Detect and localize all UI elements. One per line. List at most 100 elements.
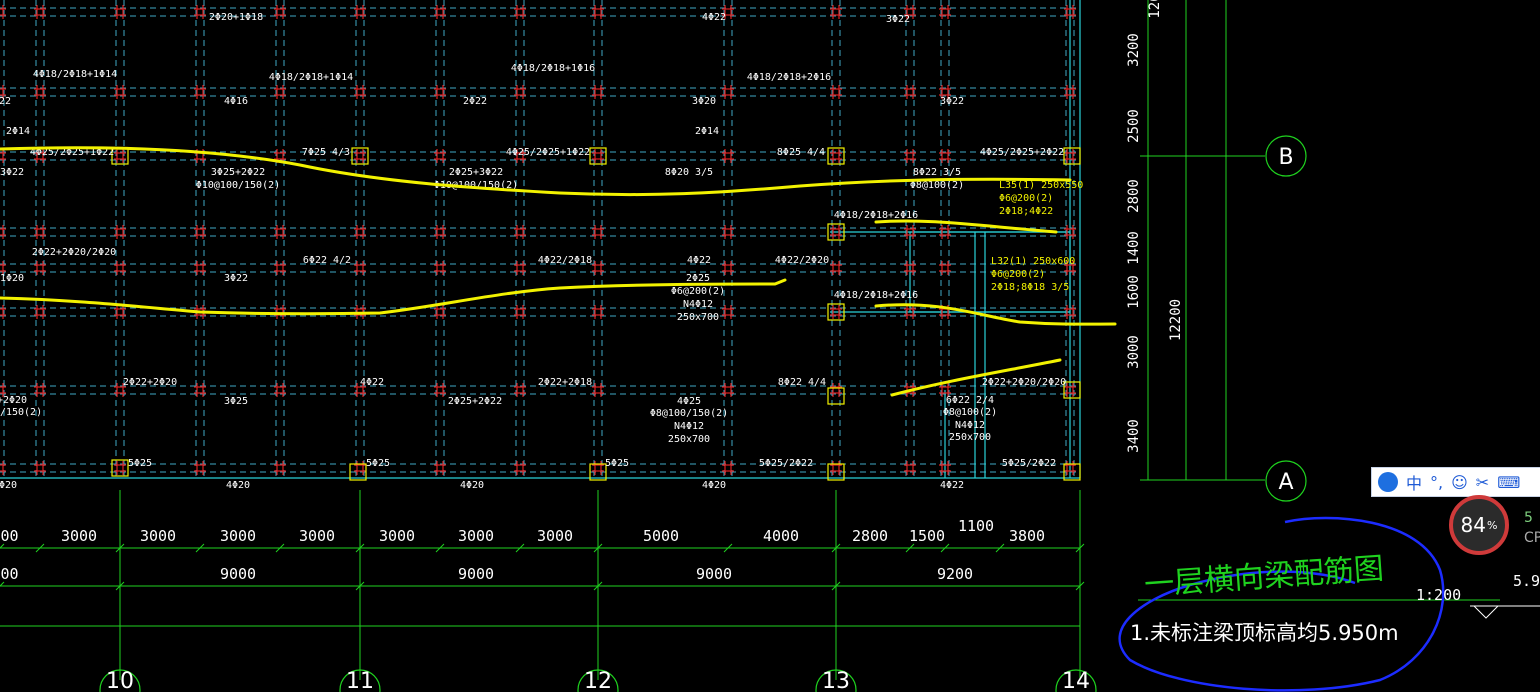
- keyboard-icon[interactable]: ⌨: [1497, 473, 1520, 492]
- rebar-label: Φ20: [0, 480, 17, 491]
- rebar-label: 7Φ25 4/3: [302, 147, 350, 158]
- dim-text-vertical: 3400: [1126, 419, 1142, 453]
- dimension-chain-2: 000 9000 9000 9000 9200: [0, 565, 973, 583]
- cad-drawing-canvas[interactable]: B A 10 11 12 13 14 000 3000 3000 3000 30…: [0, 0, 1540, 692]
- drawing-scale: 1:200: [1416, 586, 1461, 604]
- rebar-label: 4Φ22: [687, 255, 711, 266]
- rebar-label: 4Φ18/2Φ18+1Φ16: [511, 63, 595, 74]
- annotation-ellipse: [1118, 516, 1445, 692]
- rebar-label: 2Φ20+1Φ18: [209, 12, 263, 23]
- chinese-mode-toggle[interactable]: 中: [1406, 470, 1422, 494]
- rebar-label: 2Φ14: [6, 126, 30, 137]
- column-mark: [0, 225, 6, 239]
- rebar-label: 250x700: [668, 434, 710, 445]
- rebar-label: 4Φ25/2Φ25+2Φ22: [980, 147, 1064, 158]
- column-square: [589, 147, 607, 165]
- rebar-label: 8Φ20 3/5: [665, 167, 713, 178]
- rebar-label: 5Φ25: [128, 458, 152, 469]
- cpu-percent: 84: [1460, 513, 1486, 537]
- dim-text: 1500: [909, 527, 945, 545]
- punctuation-toggle[interactable]: °,: [1430, 473, 1443, 492]
- rebar-label: 4Φ18/2Φ18+1Φ14: [269, 72, 353, 83]
- dimension-ticks: [0, 543, 1085, 591]
- column-square: [111, 459, 129, 477]
- dim-text: 000: [0, 527, 19, 545]
- rebar-label: 4Φ20: [460, 480, 484, 491]
- dimension-vertical: 120 3200 2500 2800 1400 1600 3000 3400 1…: [1126, 0, 1184, 453]
- beam-label-l35-stirrup: Φ6@200(2): [999, 193, 1053, 204]
- column-mark: [0, 305, 6, 319]
- cpu-usage-gauge[interactable]: 84%: [1449, 495, 1509, 555]
- rebar-label: 3Φ25+2Φ22: [211, 167, 265, 178]
- dim-text: 9000: [696, 565, 732, 583]
- rebar-label: 8Φ25 4/4: [777, 147, 825, 158]
- rebar-label: +2Φ20: [0, 395, 27, 406]
- dim-text: 2800: [852, 527, 888, 545]
- column-mark: [0, 5, 6, 19]
- cpu-side-label: CP: [1524, 530, 1540, 546]
- rebar-label: 4Φ22/2Φ18: [538, 255, 592, 266]
- rebar-label: 4Φ20: [226, 480, 250, 491]
- cpu-side-panel: 5 CP: [1524, 508, 1540, 548]
- dim-text-vertical: 12200: [1168, 299, 1184, 341]
- dim-text-vertical: 2800: [1126, 179, 1142, 213]
- rebar-label: 5Φ25: [605, 458, 629, 469]
- user-avatar-icon[interactable]: [1378, 472, 1398, 492]
- drawing-note: 1.未标注梁顶标高均5.950m: [1130, 621, 1399, 645]
- elevation-value: 5.95: [1513, 572, 1540, 590]
- rebar-label: 4Φ25: [677, 396, 701, 407]
- rebar-label: 250x700: [677, 312, 719, 323]
- axis-label-b: B: [1278, 145, 1293, 170]
- rebar-label: 5Φ25/2Φ22: [1002, 458, 1056, 469]
- column-marks: [0, 5, 1076, 475]
- rebar-label: 4Φ18/2Φ18+1Φ14: [33, 69, 117, 80]
- drawing-title: 一层横向梁配筋图: [1143, 551, 1385, 603]
- dimension-chain-1: 000 3000 3000 3000 3000 3000 3000 3000 5…: [0, 517, 1045, 545]
- rebar-label: 4Φ25/2Φ25+1Φ22: [506, 147, 590, 158]
- beam-label-l35-rebar: 2Φ18;4Φ22: [999, 206, 1053, 217]
- axis-label-11: 11: [346, 669, 374, 692]
- dim-text: 9000: [220, 565, 256, 583]
- rebar-label: 5Φ25/2Φ22: [759, 458, 813, 469]
- axis-label-a: A: [1278, 470, 1293, 495]
- rebar-label: 2Φ14: [695, 126, 719, 137]
- rebar-label: 0/150(2): [0, 407, 42, 418]
- dim-text-vertical: 1600: [1126, 275, 1142, 309]
- rebar-label: 3Φ22: [940, 96, 964, 107]
- axis-label-10: 10: [106, 669, 134, 692]
- emoji-icon[interactable]: ☺: [1451, 473, 1468, 492]
- column-square: [351, 147, 369, 165]
- axis-label-14: 14: [1062, 669, 1090, 692]
- axis-label-12: 12: [584, 669, 612, 692]
- dim-text: 3000: [537, 527, 573, 545]
- rebar-label: Φ10@100/150(2): [196, 180, 280, 191]
- dim-text: 5000: [643, 527, 679, 545]
- rebar-label: 4Φ16: [224, 96, 248, 107]
- beam-label-l35: L35(1) 250x550: [999, 180, 1083, 191]
- rebar-label: 3Φ25: [224, 396, 248, 407]
- rebar-label: 2Φ22+2Φ18: [538, 377, 592, 388]
- dim-text: 3000: [299, 527, 335, 545]
- beam-label-l32: L32(1) 250x600: [991, 256, 1075, 267]
- column-mark: [0, 461, 6, 475]
- ime-toolbar[interactable]: 中 °, ☺ ✂ ⌨: [1371, 467, 1540, 497]
- rebar-label: 3Φ20: [692, 96, 716, 107]
- axis-label-13: 13: [822, 669, 850, 692]
- beam-label-l32-rebar: 2Φ18;8Φ18 3/5: [991, 282, 1069, 293]
- rebar-label: 4Φ22: [702, 12, 726, 23]
- dim-text: 3000: [379, 527, 415, 545]
- rebar-label: 6Φ22 2/4: [946, 395, 994, 406]
- dim-text-vertical: 120: [1147, 0, 1163, 19]
- rebar-label: 5Φ25: [366, 458, 390, 469]
- rebar-label: 3Φ22: [886, 14, 910, 25]
- rebar-label: N4Φ12: [674, 421, 704, 432]
- elevation-symbol: 5.95: [1470, 572, 1540, 619]
- dim-text: 3000: [458, 527, 494, 545]
- rebar-label: 2Φ22+2Φ20/2Φ20: [32, 247, 116, 258]
- rebar-label: N4Φ12: [683, 299, 713, 310]
- scissors-icon[interactable]: ✂: [1476, 473, 1489, 492]
- dim-text-vertical: 1400: [1126, 231, 1142, 265]
- dim-text-vertical: 3000: [1126, 335, 1142, 369]
- dim-text: 9000: [458, 565, 494, 583]
- cpu-percent-unit: %: [1487, 518, 1498, 532]
